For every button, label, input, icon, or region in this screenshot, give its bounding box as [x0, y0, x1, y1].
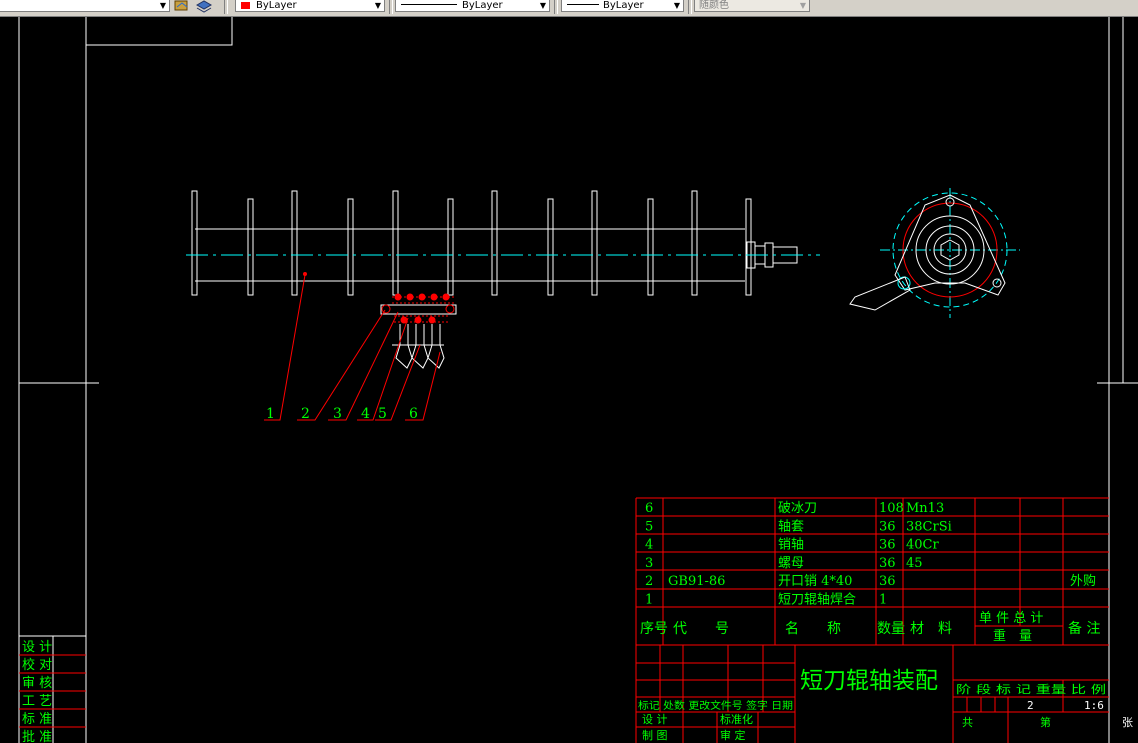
chevron-down-icon: ▼	[539, 1, 546, 10]
header-material: 材 料	[910, 621, 952, 637]
chevron-down-icon: ▼	[799, 1, 806, 10]
weight-quantity: 2	[1027, 699, 1034, 712]
part-material: 40Cr	[906, 538, 939, 553]
linetype-value: ByLayer	[462, 0, 503, 11]
left-label-approve: 批 准	[22, 730, 52, 743]
plotstyle-value: 随颜色	[699, 0, 729, 11]
header-no: 序号	[640, 621, 668, 637]
header-note: 备 注	[1068, 620, 1100, 637]
stage-row: 阶 段 标 记 重量 比 例	[956, 682, 1106, 696]
toolbar-separator	[688, 0, 692, 14]
part-no: 2	[645, 574, 653, 589]
part-name: 轴套	[778, 518, 804, 534]
part-no: 1	[645, 593, 653, 608]
part-qty: 1	[879, 593, 887, 608]
color-dropdown[interactable]: ByLayer ▼	[235, 0, 385, 12]
left-label-process: 工 艺	[22, 694, 52, 709]
balloon-1: 1	[266, 406, 275, 422]
blade-disc	[491, 190, 498, 296]
header-name: 名 称	[785, 621, 841, 637]
blade-disc	[392, 190, 399, 296]
part-qty: 108	[879, 501, 904, 516]
sign-approved: 审 定	[720, 728, 746, 742]
part-qty: 36	[879, 538, 896, 553]
color-value: ByLayer	[256, 0, 297, 11]
blade-disc	[691, 190, 698, 296]
properties-toolbar: ▼ ByLayer ▼ ByLayer ▼ ByLayer ▼ 随颜色 ▼	[0, 0, 1138, 17]
part-no: 6	[645, 501, 653, 516]
part-name: 销轴	[778, 538, 804, 553]
drawing-canvas[interactable]: 设 计 校 对 审 核 工 艺 标 准 批 准 1 2 3 4 5 6 6 破冰…	[0, 17, 1138, 743]
line-sample	[401, 4, 457, 5]
sheet-unit-label: 张	[1122, 716, 1133, 729]
part-material: Mn13	[906, 501, 944, 516]
part-qty: 36	[879, 556, 896, 571]
layer-dropdown-tail[interactable]: ▼	[0, 0, 170, 12]
balloon-3: 3	[333, 406, 342, 422]
red-color-swatch	[241, 2, 250, 9]
header-weight-bottom: 重 量	[993, 628, 1032, 644]
lineweight-value: ByLayer	[603, 0, 644, 11]
balloon-6: 6	[409, 406, 418, 422]
shaft-front-view[interactable]	[186, 190, 820, 369]
sheet-no-label: 第	[1040, 715, 1051, 729]
sign-standardization: 标准化	[720, 712, 753, 726]
sheet-total-label: 共	[962, 716, 973, 729]
shaft-side-view[interactable]	[849, 188, 1020, 318]
toolbar-separator	[224, 0, 228, 14]
blade-disc	[191, 190, 198, 296]
part-qty: 36	[879, 574, 896, 589]
part-note: 外购	[1070, 573, 1096, 589]
part-name: 短刀辊轴焊合	[778, 592, 856, 608]
part-no: 3	[645, 556, 653, 571]
chevron-down-icon: ▼	[159, 1, 166, 10]
part-name: 开口销 4*40	[778, 574, 852, 589]
part-material: 38CrSi	[906, 519, 952, 534]
sign-design: 设 计	[642, 713, 668, 726]
blade-group-detail	[380, 293, 457, 369]
header-weight-top: 单 件 总 计	[979, 611, 1043, 626]
part-name: 破冰刀	[778, 501, 817, 516]
sign-drawn: 制 图	[642, 729, 668, 742]
title-block: 6 破冰刀 108 Mn135 轴套 36 38CrSi4 销轴 36 40Cr3 螺母 36 452 G…	[635, 497, 1133, 743]
scale-value: 1:6	[1084, 699, 1104, 712]
layer-previous-icon[interactable]	[195, 0, 213, 13]
chevron-down-icon: ▼	[374, 1, 381, 10]
balloon-4: 4	[361, 406, 370, 422]
layer-state-icon[interactable]	[174, 0, 190, 12]
drawing-title: 短刀辊轴装配	[800, 668, 938, 694]
line-sample	[567, 4, 599, 5]
linetype-dropdown[interactable]: ByLayer ▼	[395, 0, 550, 12]
drawing-frame	[18, 17, 1138, 743]
left-label-review: 审 核	[22, 676, 52, 691]
toolbar-separator	[389, 0, 393, 14]
balloon-5: 5	[378, 406, 387, 422]
toolbar-separator	[554, 0, 558, 14]
lineweight-dropdown[interactable]: ByLayer ▼	[561, 0, 684, 12]
blade-disc	[591, 190, 598, 296]
plotstyle-dropdown[interactable]: 随颜色 ▼	[694, 0, 810, 12]
revision-row: 标记 处数 更改文件号 签字 日期	[638, 699, 793, 712]
blade-disc	[291, 190, 298, 296]
part-name: 螺母	[778, 556, 804, 571]
part-material: 45	[906, 556, 923, 571]
chevron-down-icon: ▼	[673, 1, 680, 10]
left-sign-column: 设 计 校 对 审 核 工 艺 标 准 批 准	[19, 635, 86, 743]
left-label-standard: 标 准	[22, 712, 52, 727]
part-code: GB91-86	[668, 574, 725, 589]
part-no: 4	[645, 538, 653, 553]
header-qty: 数量	[877, 621, 905, 637]
header-code: 代 号	[673, 621, 729, 637]
balloon-2: 2	[301, 406, 310, 422]
left-label-check: 校 对	[22, 657, 52, 673]
left-label-design: 设 计	[22, 640, 52, 655]
part-no: 5	[645, 519, 653, 534]
part-qty: 36	[879, 519, 896, 534]
